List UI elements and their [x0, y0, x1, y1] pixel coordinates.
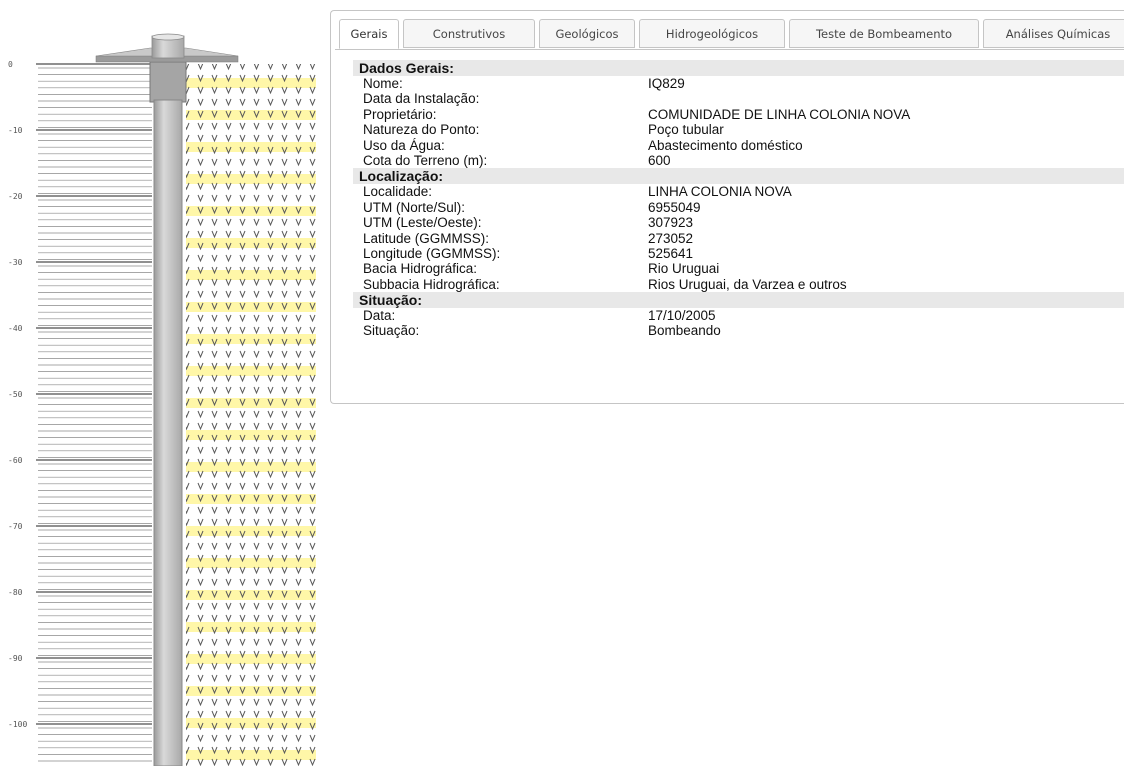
field-label: UTM (Leste/Oeste): [363, 215, 482, 231]
depth-label: -100 [8, 720, 27, 729]
field-value: 273052 [648, 230, 694, 246]
field-value: Rio Uruguai [648, 261, 720, 277]
field-label: Data: [363, 308, 396, 324]
depth-label: 0 [8, 60, 13, 69]
data-row: UTM (Leste/Oeste): 307923 [353, 215, 1124, 230]
section-title-situacao: Situação: [353, 292, 1124, 309]
tab-analises-quimicas[interactable]: Análises Químicas [983, 19, 1124, 48]
data-row: Longitude (GGMMSS): 525641 [353, 246, 1124, 261]
field-value: Rios Uruguai, da Varzea e outros [648, 276, 847, 292]
field-label: Localidade: [363, 184, 433, 200]
depth-label: -70 [8, 522, 23, 531]
depth-label: -80 [8, 588, 23, 597]
section-title-localizacao: Localização: [353, 168, 1124, 185]
field-label: Cota do Terreno (m): [363, 152, 488, 168]
field-label: Situação: [363, 323, 420, 339]
data-row: UTM (Norte/Sul): 6955049 [353, 200, 1124, 215]
details-panel: Gerais Construtivos Geológicos Hidrogeol… [330, 10, 1124, 404]
data-row: Localidade: LINHA COLONIA NOVA [353, 184, 1124, 199]
tab-teste-de-bombeamento[interactable]: Teste de Bombeamento [789, 19, 979, 48]
tab-hidrogeologicos[interactable]: Hidrogeológicos [639, 19, 785, 48]
field-value: 600 [648, 152, 671, 168]
depth-label: -20 [8, 192, 23, 201]
field-value: 307923 [648, 215, 694, 231]
field-label: Longitude (GGMMSS): [363, 245, 501, 261]
data-row: Uso da Água: Abastecimento doméstico [353, 138, 1124, 153]
field-value: Bombeando [648, 323, 721, 339]
general-data: Dados Gerais: Nome: IQ829 Data da Instala… [353, 60, 1124, 339]
field-value: 525641 [648, 245, 694, 261]
field-label: Uso da Água: [363, 137, 445, 153]
tab-construtivos[interactable]: Construtivos [403, 19, 535, 48]
depth-label: -50 [8, 390, 23, 399]
depth-label: -10 [8, 126, 23, 135]
tab-geologicos[interactable]: Geológicos [539, 19, 635, 48]
field-label: Bacia Hidrográfica: [363, 261, 478, 277]
field-value: COMUNIDADE DE LINHA COLONIA NOVA [648, 106, 911, 122]
field-label: Subbacia Hidrográfica: [363, 276, 500, 292]
data-row: Subbacia Hidrográfica: Rios Uruguai, da V… [353, 277, 1124, 292]
field-label: Nome: [363, 76, 403, 91]
data-row: Data: 17/10/2005 [353, 308, 1124, 323]
field-label: Proprietário: [363, 106, 437, 122]
depth-label: -60 [8, 456, 23, 465]
data-row: Latitude (GGMMSS): 273052 [353, 231, 1124, 246]
field-value: IQ829 [648, 76, 685, 91]
section-title-dados-gerais: Dados Gerais: [353, 60, 1124, 76]
rock-column [186, 64, 316, 766]
field-label: Natureza do Ponto: [363, 122, 480, 138]
data-row: Proprietário: COMUNIDADE DE LINHA COLONIA… [353, 107, 1124, 122]
well-profile: 0 -10 -20 -30 -40 -50 -60 -70 -80 -90 -100 [0, 0, 330, 766]
depth-label: -40 [8, 324, 23, 333]
depth-label: -30 [8, 258, 23, 267]
field-label: UTM (Norte/Sul): [363, 199, 466, 215]
data-row: Bacia Hidrográfica: Rio Uruguai [353, 261, 1124, 276]
field-value: Poço tubular [648, 122, 724, 138]
data-row: Natureza do Ponto: Poço tubular [353, 122, 1124, 137]
rock-hatch-lines [38, 67, 152, 762]
data-row: Nome: IQ829 [353, 76, 1124, 91]
data-row: Data da Instalação: [353, 91, 1124, 106]
field-label: Data da Instalação: [363, 91, 480, 107]
field-value: 17/10/2005 [648, 308, 716, 324]
field-value: 6955049 [648, 199, 701, 215]
data-row: Situação: Bombeando [353, 323, 1124, 338]
field-label: Latitude (GGMMSS): [363, 230, 490, 246]
depth-label: -90 [8, 654, 23, 663]
field-value: LINHA COLONIA NOVA [648, 184, 792, 200]
tab-bar: Gerais Construtivos Geológicos Hidrogeol… [335, 15, 1124, 50]
data-row: Cota do Terreno (m): 600 [353, 153, 1124, 168]
tab-gerais[interactable]: Gerais [339, 19, 399, 49]
field-value: Abastecimento doméstico [648, 137, 803, 153]
